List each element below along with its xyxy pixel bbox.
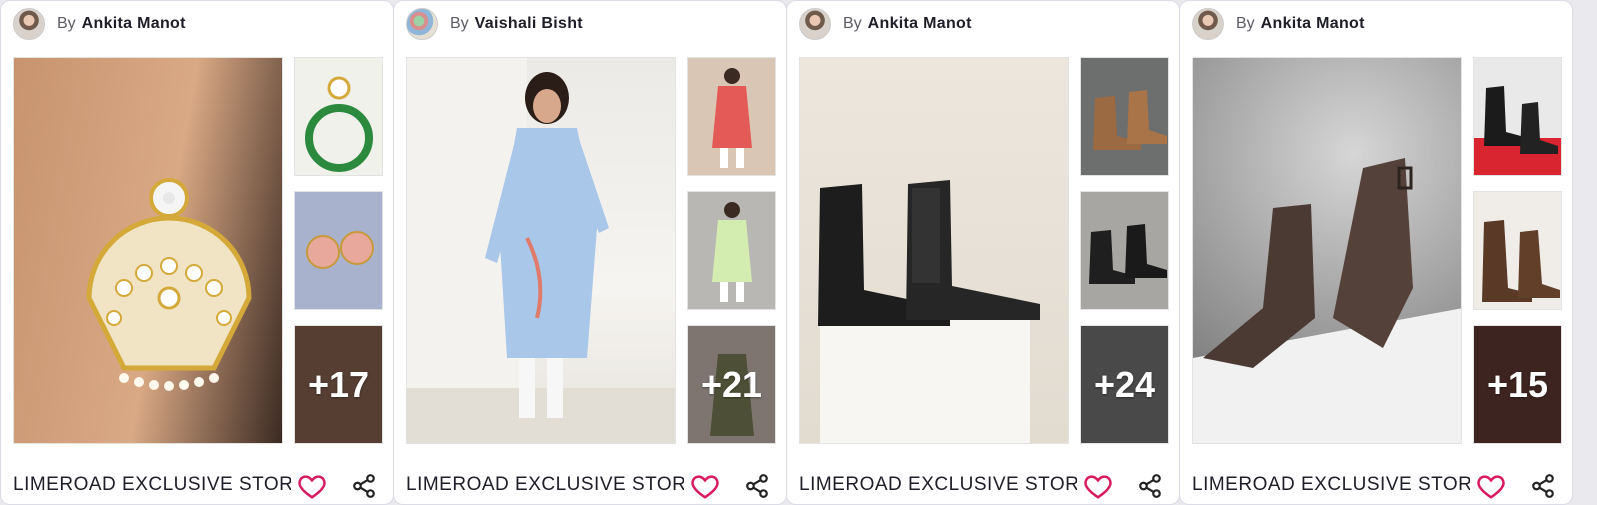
- more-images-count: +17: [295, 326, 382, 443]
- more-images-thumbnail[interactable]: +21: [687, 325, 776, 444]
- brown-boots-illustration: [1093, 90, 1167, 150]
- main-product-image[interactable]: [406, 57, 676, 444]
- author-prefix: By: [57, 15, 76, 32]
- earring-thumb-illustration: [305, 76, 374, 172]
- card-footer: LIMEROAD EXCLUSIVE STOR: [799, 471, 1169, 501]
- share-icon[interactable]: [1137, 473, 1163, 499]
- card-footer: LIMEROAD EXCLUSIVE STOR: [13, 471, 383, 501]
- main-product-image[interactable]: [13, 57, 283, 444]
- more-images-thumbnail[interactable]: +15: [1473, 325, 1562, 444]
- product-thumbnail[interactable]: [1473, 191, 1562, 310]
- more-images-count: +21: [688, 326, 775, 443]
- more-images-thumbnail[interactable]: +17: [294, 325, 383, 444]
- author-avatar[interactable]: [406, 8, 438, 40]
- product-card[interactable]: By Vaishali Bisht +21 LIMEROAD EXCLUSIVE…: [393, 0, 787, 505]
- product-thumbnail[interactable]: [294, 57, 383, 176]
- author-name[interactable]: Ankita Manot: [82, 15, 186, 33]
- product-card[interactable]: By Ankita Manot +24 LIMEROAD EXCLUSIVE S…: [786, 0, 1180, 505]
- product-thumbnail[interactable]: [1473, 57, 1562, 176]
- black-ankle-boots-illustration: [1474, 86, 1561, 175]
- product-thumbnail[interactable]: [294, 191, 383, 310]
- store-name[interactable]: LIMEROAD EXCLUSIVE STOR: [1192, 474, 1470, 496]
- more-images-thumbnail[interactable]: +24: [1080, 325, 1169, 444]
- heart-icon[interactable]: [1476, 471, 1506, 501]
- author-prefix: By: [843, 15, 862, 32]
- earring-pair-illustration: [306, 231, 374, 269]
- card-header: By Ankita Manot: [13, 7, 186, 41]
- card-header: By Vaishali Bisht: [406, 7, 583, 41]
- red-kurta-illustration: [712, 68, 752, 168]
- product-thumbnail[interactable]: [687, 57, 776, 176]
- main-product-image[interactable]: [799, 57, 1069, 444]
- lace-boots-illustration: [1482, 220, 1560, 302]
- store-name[interactable]: LIMEROAD EXCLUSIVE STOR: [13, 474, 291, 496]
- product-card[interactable]: By Ankita Manot +15 LIMEROAD EXCLUSIVE S…: [1179, 0, 1573, 505]
- author-avatar[interactable]: [13, 8, 45, 40]
- product-thumbnail[interactable]: [687, 191, 776, 310]
- more-images-count: +15: [1474, 326, 1561, 443]
- author-avatar[interactable]: [1192, 8, 1224, 40]
- green-kurta-illustration: [712, 202, 752, 302]
- card-footer: LIMEROAD EXCLUSIVE STOR: [1192, 471, 1562, 501]
- heart-icon[interactable]: [1083, 471, 1113, 501]
- author-name[interactable]: Ankita Manot: [868, 15, 972, 33]
- author-prefix: By: [450, 15, 469, 32]
- boots-illustration: [818, 180, 1040, 443]
- card-footer: LIMEROAD EXCLUSIVE STOR: [406, 471, 776, 501]
- card-header: By Ankita Manot: [799, 7, 972, 41]
- more-images-count: +24: [1081, 326, 1168, 443]
- card-header: By Ankita Manot: [1192, 7, 1365, 41]
- product-card[interactable]: By Ankita Manot +17 LIMEROAD EXCLUSIVE S…: [0, 0, 394, 505]
- store-name[interactable]: LIMEROAD EXCLUSIVE STOR: [799, 474, 1077, 496]
- heart-icon[interactable]: [297, 471, 327, 501]
- kurta-illustration: [407, 58, 675, 443]
- main-product-image[interactable]: [1192, 57, 1462, 444]
- share-icon[interactable]: [351, 473, 377, 499]
- product-thumbnail[interactable]: [1080, 191, 1169, 310]
- author-avatar[interactable]: [799, 8, 831, 40]
- author-name[interactable]: Vaishali Bisht: [475, 15, 583, 33]
- black-boots-illustration: [1089, 224, 1167, 284]
- ankle-boots-illustration: [1193, 158, 1461, 443]
- earring-illustration: [86, 178, 252, 391]
- share-icon[interactable]: [1530, 473, 1556, 499]
- product-thumbnail[interactable]: [1080, 57, 1169, 176]
- heart-icon[interactable]: [690, 471, 720, 501]
- author-prefix: By: [1236, 15, 1255, 32]
- share-icon[interactable]: [744, 473, 770, 499]
- store-name[interactable]: LIMEROAD EXCLUSIVE STOR: [406, 474, 684, 496]
- author-name[interactable]: Ankita Manot: [1261, 15, 1365, 33]
